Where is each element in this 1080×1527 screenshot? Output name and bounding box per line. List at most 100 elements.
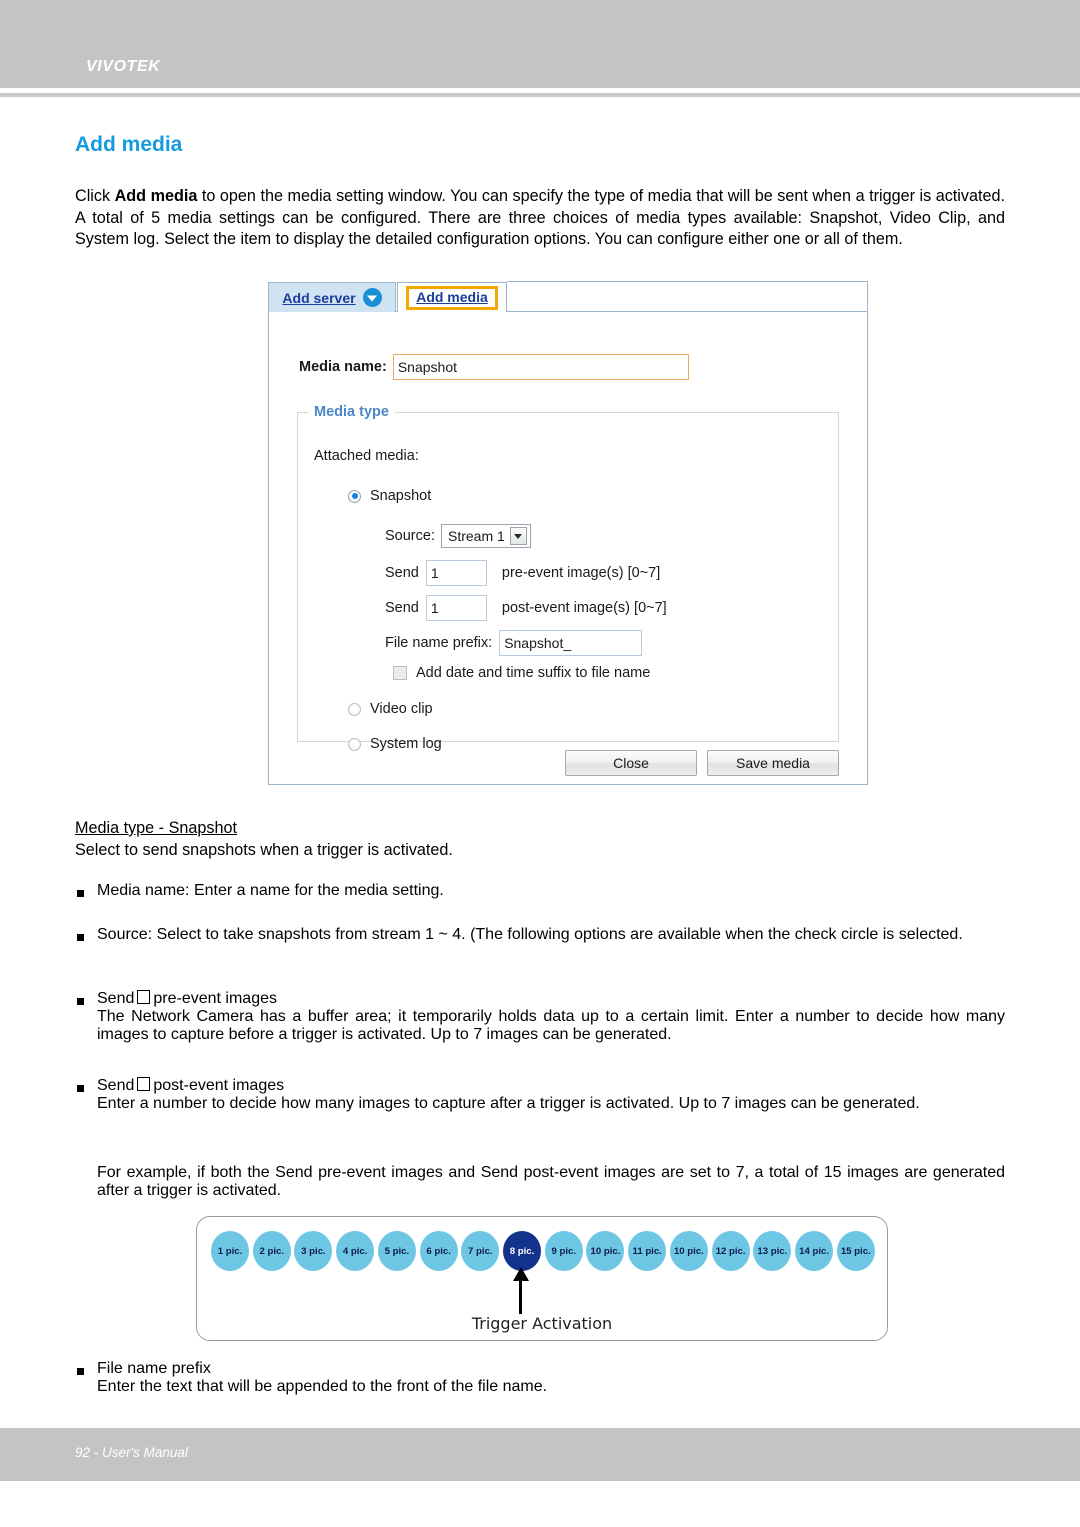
radio-system-log-label: System log (370, 736, 442, 752)
pre-post-event-timeline-figure: 1 pic. 2 pic. 3 pic. 4 pic. 5 pic. 6 pic. 7 pi… (196, 1216, 888, 1341)
radio-video-clip-label: Video clip (370, 701, 433, 717)
bullet-file-name-prefix-heading: File name prefix (75, 1360, 1005, 1378)
source-label: Source: (385, 528, 435, 544)
media-name-input[interactable] (392, 354, 689, 380)
bullet-media-name-text: Media name: Enter a name for the media s… (75, 882, 1005, 900)
media-type-snapshot-desc: Select to send snapshots when a trigger … (75, 841, 453, 859)
send-pre-event-body: The Network Camera has a buffer area; it… (97, 1008, 1005, 1043)
send-post-rest: post-event images (153, 1077, 285, 1094)
empty-box-icon (137, 990, 151, 1004)
send-pre-rest: pre-event images (153, 990, 277, 1007)
timeline-pic: 15 pic. (836, 1231, 875, 1271)
timeline-pic: 9 pic. (544, 1231, 583, 1271)
timeline-pic: 6 pic. (419, 1231, 458, 1271)
trigger-activation-label: Trigger Activation (471, 1314, 613, 1333)
send-pre-word: Send (97, 990, 135, 1007)
radio-system-log-icon[interactable] (348, 737, 361, 751)
bullet-source: Source: Select to take snapshots from st… (75, 926, 1005, 944)
source-select[interactable]: Stream 1 (440, 524, 531, 548)
bullet-send-post-event: Send post-event images Enter a number to … (75, 1077, 1005, 1113)
save-media-button[interactable]: Save media (707, 750, 839, 776)
post-event-suffix-label: post-event image(s) [0~7] (501, 600, 667, 616)
timeline-pic: 4 pic. (336, 1231, 375, 1271)
page-title: Add media (75, 133, 183, 156)
close-button[interactable]: Close (565, 750, 697, 776)
tab-add-media-highlight: Add media (406, 285, 498, 310)
timeline-pic-row: 1 pic. 2 pic. 3 pic. 4 pic. 5 pic. 6 pic. 7 pi… (211, 1231, 875, 1271)
dialog-tabs: Add server Add media (268, 278, 868, 312)
header-divider-white (0, 97, 1080, 99)
send-pre-event-label: Send (385, 565, 419, 581)
file-name-prefix-body: Enter the text that will be appended to … (97, 1378, 548, 1395)
date-time-suffix-label: Add date and time suffix to file name (416, 665, 651, 681)
timeline-pic: 10 pic. (669, 1231, 708, 1271)
send-pre-event-row: Send pre-event image(s) [0~7] (385, 560, 660, 586)
radio-video-clip-icon[interactable] (348, 702, 361, 716)
file-name-prefix-label: File name prefix: (385, 635, 493, 651)
timeline-pic-trigger: 8 pic. (503, 1231, 542, 1271)
post-event-count-input[interactable] (425, 595, 487, 621)
empty-box-icon (137, 1077, 151, 1091)
send-post-event-label: Send (385, 600, 419, 616)
example-paragraph-text: For example, if both the Send pre-event … (97, 1164, 1005, 1199)
chevron-down-circle-icon (362, 288, 382, 307)
example-paragraph: For example, if both the Send pre-event … (75, 1164, 1005, 1200)
send-post-word: Send (97, 1077, 135, 1094)
trigger-arrow-up-icon (519, 1280, 522, 1314)
media-name-label: Media name: (299, 359, 387, 375)
dialog-body: Media name: Media type Attached media: S… (268, 311, 868, 785)
media-type-snapshot-section: Media type - Snapshot Select to send sna… (75, 817, 1005, 861)
bullet-send-post-event-heading: Send post-event images (75, 1077, 1005, 1095)
send-post-event-body: Enter a number to decide how many images… (97, 1095, 920, 1112)
file-name-prefix-row: File name prefix: (385, 630, 643, 656)
radio-option-snapshot[interactable]: Snapshot (348, 488, 431, 504)
timeline-pic: 10 pic. (586, 1231, 625, 1271)
dialog-button-row: Close Save media (565, 750, 839, 776)
tab-strip-filler (507, 281, 868, 312)
bullet-file-name-prefix: File name prefix Enter the text that wil… (75, 1360, 1005, 1396)
timeline-pic: 14 pic. (795, 1231, 834, 1271)
footer-page-label: 92 - User's Manual (75, 1445, 188, 1460)
timeline-pic: 3 pic. (294, 1231, 333, 1271)
radio-option-system-log[interactable]: System log (348, 736, 442, 752)
timeline-pic: 1 pic. (211, 1231, 249, 1271)
chevron-down-icon[interactable] (509, 527, 527, 545)
pre-event-suffix-label: pre-event image(s) [0~7] (501, 565, 661, 581)
bullet-source-text: Source: Select to take snapshots from st… (75, 926, 1005, 944)
bullet-send-pre-event: Send pre-event images The Network Camera … (75, 990, 1005, 1044)
date-time-suffix-row[interactable]: Add date and time suffix to file name (393, 665, 650, 681)
timeline-pic: 12 pic. (711, 1231, 750, 1271)
radio-snapshot-icon[interactable] (348, 489, 361, 503)
timeline-pic: 11 pic. (628, 1231, 667, 1271)
timeline-pic: 7 pic. (461, 1231, 500, 1271)
tab-add-server[interactable]: Add server (268, 282, 396, 312)
bullet-send-pre-event-heading: Send pre-event images (75, 990, 1005, 1008)
tab-add-media[interactable]: Add media (397, 282, 507, 312)
attached-media-label: Attached media: (314, 448, 419, 464)
source-select-value: Stream 1 (447, 528, 505, 544)
intro-paragraph: Click Add media to open the media settin… (75, 186, 1005, 251)
intro-text-post: to open the media setting window. You ca… (75, 187, 1005, 249)
file-name-prefix-input[interactable] (499, 630, 643, 656)
timeline-pic: 5 pic. (377, 1231, 416, 1271)
tab-add-server-label: Add server (282, 289, 356, 306)
bullet-media-name: Media name: Enter a name for the media s… (75, 882, 1005, 900)
timeline-pic: 2 pic. (252, 1231, 291, 1271)
add-media-dialog: Add server Add media Media name: Media t… (268, 278, 868, 785)
media-type-legend: Media type (314, 404, 389, 420)
intro-text-bold: Add media (114, 187, 198, 205)
media-name-row: Media name: (299, 354, 689, 380)
tab-add-media-label: Add media (416, 288, 488, 305)
media-type-snapshot-heading: Media type - Snapshot (75, 819, 237, 837)
source-row: Source: Stream 1 (385, 524, 531, 548)
radio-option-video-clip[interactable]: Video clip (348, 701, 433, 717)
timeline-pic: 13 pic. (753, 1231, 792, 1271)
vivotek-logo: VIVOTEK (86, 58, 161, 75)
date-time-suffix-checkbox[interactable] (393, 666, 407, 680)
page-header-bar (0, 0, 1080, 88)
send-post-event-row: Send post-event image(s) [0~7] (385, 595, 667, 621)
media-type-fieldset: Media type Attached media: Snapshot Sour… (297, 404, 839, 752)
pre-event-count-input[interactable] (425, 560, 487, 586)
radio-snapshot-label: Snapshot (370, 488, 432, 504)
intro-text-pre: Click (75, 187, 115, 205)
